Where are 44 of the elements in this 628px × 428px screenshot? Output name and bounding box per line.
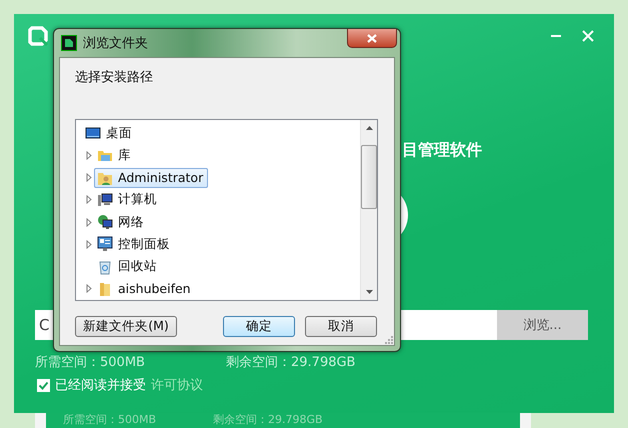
free-space: 剩余空间：29.798GB [213,413,323,428]
logo-icon [28,26,48,46]
scrollbar[interactable] [360,120,377,300]
control-panel-icon [97,236,113,252]
dialog-title: 浏览文件夹 [83,35,148,52]
close-icon [367,34,377,42]
recycle-bin-icon [97,258,113,275]
dialog-button[interactable]: 确定 [223,316,295,337]
scroll-thumb[interactable] [361,145,377,209]
prompt-text: 选择安装路径 [75,69,154,87]
resize-grip-icon [385,336,393,344]
close-icon[interactable] [582,30,594,42]
expand-arrow-icon[interactable] [86,218,92,227]
tree-item[interactable]: 回收站 [94,256,162,278]
close-button[interactable] [347,29,397,48]
tree-item[interactable]: Administrator [94,168,208,188]
expand-arrow-icon[interactable] [86,284,92,294]
tree-item[interactable]: 控制面板 [94,234,175,255]
expand-arrow-icon[interactable] [86,195,92,204]
app-icon [61,35,77,51]
scroll-up-icon[interactable] [366,126,372,130]
free-space: 剩余空间：29.798GB [226,354,356,371]
checkmark-icon [38,380,49,390]
agreement-label: 已经阅读并接受 [55,377,146,394]
tree-item[interactable]: 桌面 [82,122,137,144]
new-folder-button[interactable]: 新建文件夹(M) [75,316,177,337]
computer-icon [97,192,113,208]
tree-item[interactable]: 网络 [94,212,149,233]
folder-icon [97,280,113,297]
tree-item[interactable]: aishubeifen [94,278,196,299]
dialog-button[interactable]: 取消 [305,316,377,337]
browse-button[interactable]: 浏览... [497,310,588,340]
expand-arrow-icon[interactable] [86,240,92,249]
expand-arrow-icon[interactable] [86,150,92,160]
tree-item[interactable]: 库 [94,144,136,166]
network-icon [97,214,113,230]
required-space: 所需空间：500MB [35,354,146,371]
scroll-down-icon[interactable] [366,290,372,294]
expand-arrow-icon[interactable] [86,173,92,182]
tree-item[interactable]: 计算机 [94,189,162,210]
installer-heading: 目管理软件 [402,140,483,161]
agree-checkbox[interactable] [37,378,50,392]
required-space: 所需空间：500MB [63,413,158,428]
desktop-icon [85,125,101,142]
